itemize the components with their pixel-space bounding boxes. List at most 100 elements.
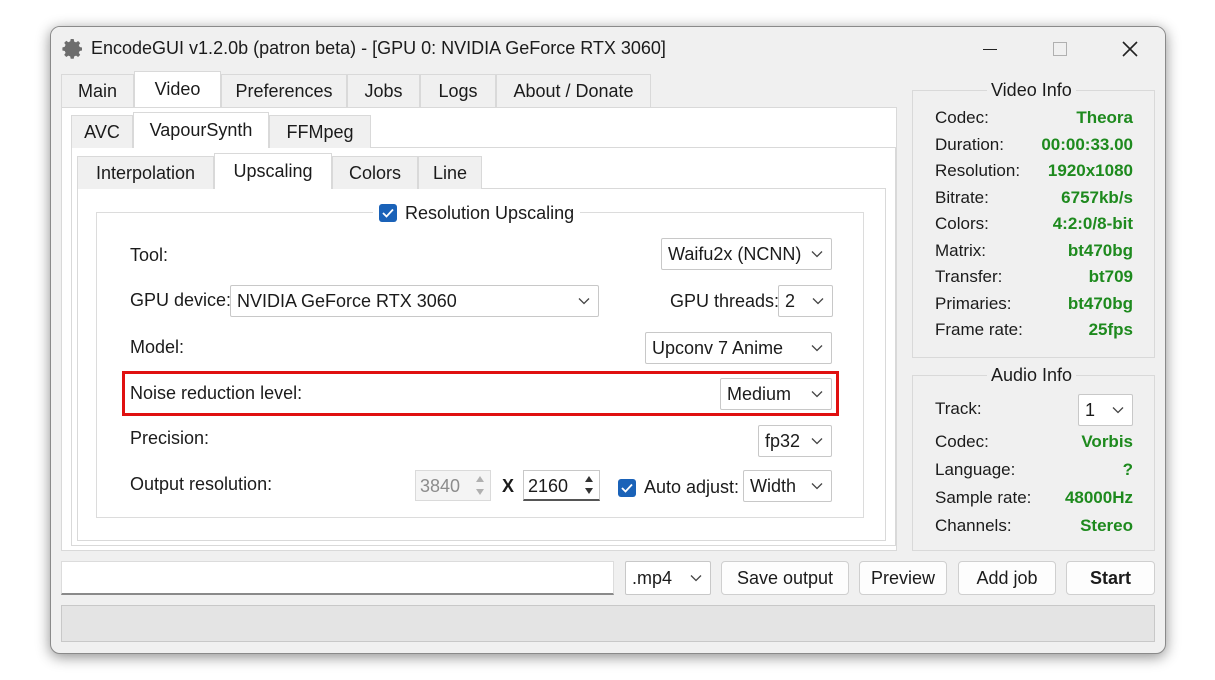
maximize-button[interactable] bbox=[1025, 27, 1095, 71]
noise-reduction-select[interactable]: Medium bbox=[720, 378, 832, 410]
track-label: Track: bbox=[935, 399, 982, 418]
output-height-spinbox[interactable]: 2160 bbox=[523, 470, 600, 501]
audio-info-label: Language: bbox=[935, 460, 1016, 479]
output-resolution-label: Output resolution: bbox=[130, 474, 273, 494]
minimize-button[interactable] bbox=[955, 27, 1025, 71]
tab-video[interactable]: Video bbox=[134, 71, 221, 107]
app-window: EncodeGUI v1.2.0b (patron beta) - [GPU 0… bbox=[50, 26, 1166, 654]
tool-value: Waifu2x (NCNN) bbox=[668, 243, 802, 264]
audio-info-row: Sample rate: 48000Hz bbox=[935, 488, 1133, 512]
tab-preferences[interactable]: Preferences bbox=[221, 74, 347, 107]
resolution-upscaling-toggle[interactable]: Resolution Upscaling bbox=[373, 202, 581, 224]
gear-icon bbox=[62, 39, 82, 59]
video-info-label: Primaries: bbox=[935, 293, 1012, 313]
tab-line[interactable]: Line bbox=[418, 156, 482, 189]
minimize-icon bbox=[983, 48, 997, 50]
tab-interpolation[interactable]: Interpolation bbox=[77, 156, 214, 189]
audio-info-value: ? bbox=[1122, 460, 1133, 479]
resolution-upscaling-label: Resolution Upscaling bbox=[405, 202, 575, 223]
video-info-row: Codec: Theora bbox=[935, 108, 1133, 132]
spin-up-icon[interactable] bbox=[582, 473, 596, 485]
auto-adjust-value: Width bbox=[750, 475, 797, 496]
tool-select[interactable]: Waifu2x (NCNN) bbox=[661, 238, 832, 270]
video-info-row: Transfer: bt709 bbox=[935, 267, 1133, 291]
video-info-label: Resolution: bbox=[935, 161, 1021, 180]
audio-info-row: Channels: Stereo bbox=[935, 516, 1133, 540]
gpu-device-label: GPU device: bbox=[130, 290, 232, 310]
video-info-row: Duration: 00:00:33.00 bbox=[935, 135, 1133, 159]
main-tab-bar: Main Video Preferences Jobs Logs About /… bbox=[61, 71, 701, 108]
video-info-value: bt470bg bbox=[1067, 240, 1133, 260]
track-select[interactable]: 1 bbox=[1078, 394, 1133, 426]
video-subtab-bar: AVC VapourSynth FFMpeg bbox=[71, 112, 371, 148]
checkmark-icon bbox=[621, 483, 633, 493]
audio-info-label: Codec: bbox=[935, 432, 989, 451]
chevron-down-icon bbox=[811, 345, 823, 352]
chevron-down-icon bbox=[690, 575, 702, 582]
video-info-label: Colors: bbox=[935, 214, 989, 233]
precision-select[interactable]: fp32 bbox=[758, 425, 832, 457]
tab-upscaling[interactable]: Upscaling bbox=[214, 153, 332, 189]
tab-ffmpeg[interactable]: FFMpeg bbox=[269, 115, 371, 148]
model-select[interactable]: Upconv 7 Anime bbox=[645, 332, 832, 364]
chevron-down-icon bbox=[811, 438, 823, 445]
gpu-threads-select[interactable]: 2 bbox=[778, 285, 833, 317]
resolution-separator: X bbox=[502, 476, 515, 496]
tab-about-donate[interactable]: About / Donate bbox=[496, 74, 651, 107]
model-value: Upconv 7 Anime bbox=[652, 337, 784, 358]
tab-avc[interactable]: AVC bbox=[71, 115, 133, 148]
video-info-row: Frame rate: 25fps bbox=[935, 320, 1133, 344]
video-info-value: 25fps bbox=[1088, 320, 1133, 339]
video-info-row: Primaries: bt470bg bbox=[935, 294, 1133, 318]
tab-jobs[interactable]: Jobs bbox=[347, 74, 420, 107]
chevron-down-icon bbox=[578, 298, 590, 305]
chevron-down-icon bbox=[811, 391, 823, 398]
chevron-down-icon bbox=[1112, 407, 1124, 414]
video-info-value: 00:00:33.00 bbox=[1041, 134, 1133, 154]
audio-info-row: Language:? bbox=[935, 460, 1133, 484]
tab-main[interactable]: Main bbox=[61, 74, 134, 107]
video-info-label: Transfer: bbox=[935, 267, 1003, 286]
container-select[interactable]: .mp4 bbox=[625, 561, 711, 595]
audio-info-label: Sample rate: bbox=[935, 488, 1032, 507]
tab-colors[interactable]: Colors bbox=[332, 156, 418, 189]
window-title: EncodeGUI v1.2.0b (patron beta) - [GPU 0… bbox=[91, 38, 666, 58]
video-info-row: Matrix: bt470bg bbox=[935, 241, 1133, 265]
model-label: Model: bbox=[130, 337, 185, 357]
close-button[interactable] bbox=[1095, 27, 1165, 71]
resolution-upscaling-checkbox[interactable] bbox=[379, 204, 397, 222]
tab-vapoursynth[interactable]: VapourSynth bbox=[133, 112, 269, 148]
auto-adjust-toggle[interactable]: Auto adjust: bbox=[618, 477, 739, 498]
video-info-label: Frame rate: bbox=[935, 320, 1023, 339]
gpu-threads-value: 2 bbox=[785, 290, 796, 311]
audio-info-label: Channels: bbox=[935, 516, 1012, 535]
add-job-button[interactable]: Add job bbox=[958, 561, 1056, 595]
chevron-down-icon bbox=[811, 483, 823, 490]
video-info-value: 4:2:0/8-bit bbox=[1052, 214, 1133, 233]
auto-adjust-label: Auto adjust: bbox=[644, 477, 740, 497]
chevron-down-icon bbox=[812, 298, 824, 305]
container-value: .mp4 bbox=[632, 567, 673, 588]
start-button[interactable]: Start bbox=[1066, 561, 1155, 595]
auto-adjust-select[interactable]: Width bbox=[743, 470, 832, 502]
output-path-input[interactable] bbox=[61, 561, 614, 595]
video-info-row: Colors: 4:2:0/8-bit bbox=[935, 214, 1133, 238]
tab-logs[interactable]: Logs bbox=[420, 74, 496, 107]
checkmark-icon bbox=[382, 208, 394, 218]
video-info-label: Codec: bbox=[935, 108, 989, 127]
gpu-device-select[interactable]: NVIDIA GeForce RTX 3060 bbox=[230, 285, 599, 317]
maximize-icon bbox=[1053, 42, 1067, 56]
audio-info-title: Audio Info bbox=[987, 365, 1077, 386]
video-info-value: bt709 bbox=[1088, 267, 1133, 286]
vs-subtab-bar: Interpolation Upscaling Colors Line bbox=[77, 153, 487, 189]
spin-down-icon[interactable] bbox=[582, 485, 596, 497]
spin-down-icon bbox=[473, 486, 487, 498]
save-output-button[interactable]: Save output bbox=[721, 561, 849, 595]
video-info-row: Bitrate: 6757kb/s bbox=[935, 188, 1133, 212]
tool-label: Tool: bbox=[130, 245, 169, 265]
auto-adjust-checkbox[interactable] bbox=[618, 478, 636, 497]
video-info-value: 1920x1080 bbox=[1047, 161, 1133, 180]
progress-bar bbox=[61, 605, 1155, 642]
preview-button[interactable]: Preview bbox=[859, 561, 947, 595]
audio-info-value: Stereo bbox=[1080, 516, 1133, 535]
